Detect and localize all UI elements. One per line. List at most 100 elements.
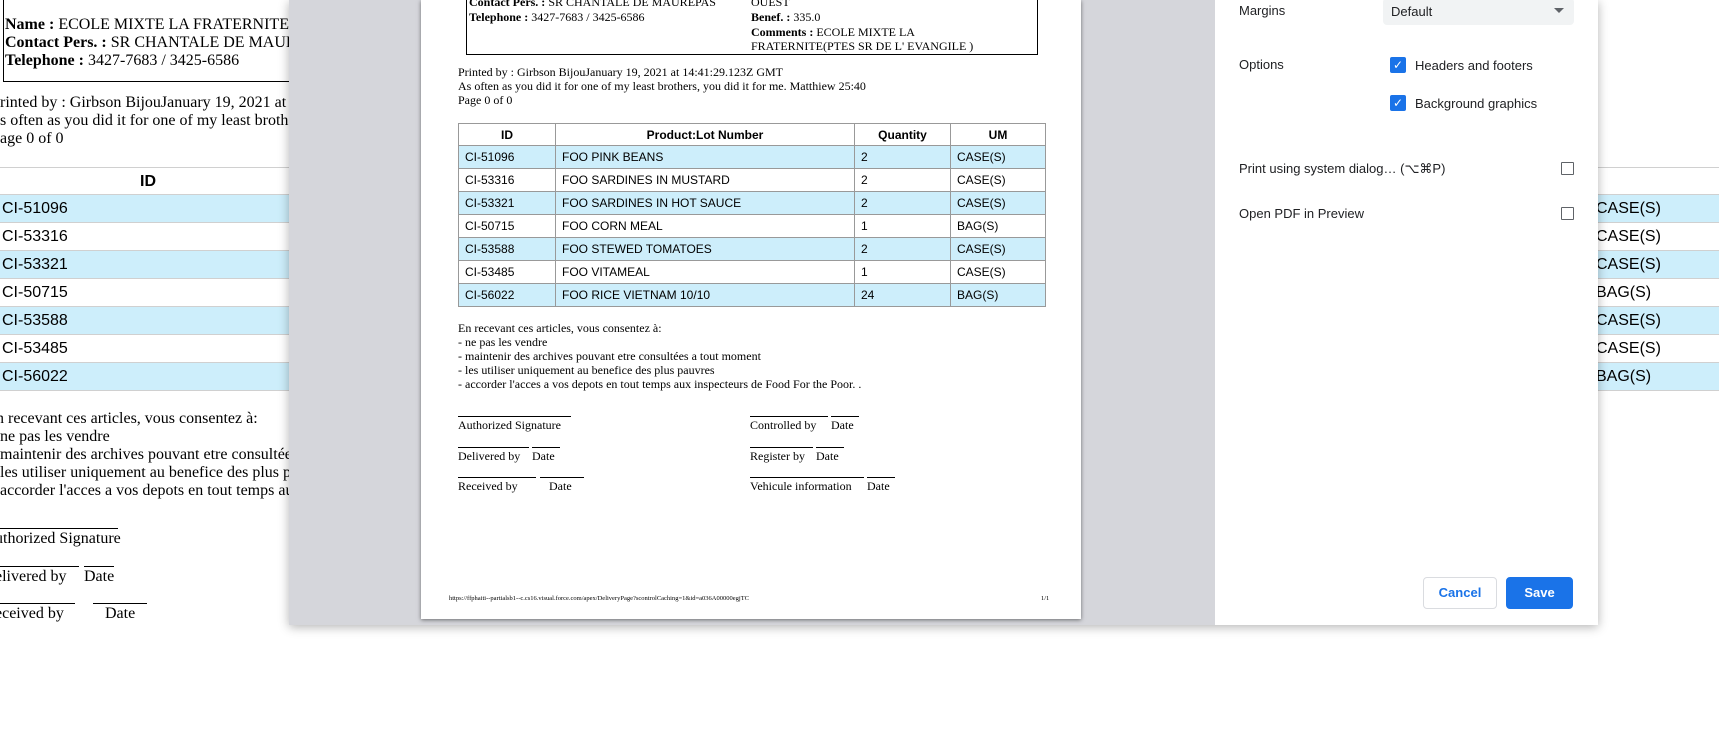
region: OUEST [751,0,790,9]
consent-line: - accorder l'acces a vos depots en tout … [458,377,862,391]
headers-footers-label[interactable]: Headers and footers [1415,58,1533,73]
margins-value: Default [1391,4,1433,19]
cell-id: CI-56022 [458,283,556,307]
cell-id: CI-53321 [458,191,556,215]
tel-line: Telephone : 3427-7683 / 3425-6586 [469,10,645,24]
bg-consent-line: maintenir des archives pouvant etre cons… [0,446,292,463]
table-row: CI-50715 FOO CORN MEAL 1 BAG(S) [458,214,1046,238]
print-dialog: Contact Pers. : SR CHANTALE DE MAUREPAS … [289,0,1598,625]
printed-by: Printed by : Girbson BijouJanuary 19, 20… [458,65,783,79]
bg-page-count: age 0 of 0 [0,130,64,147]
bg-cell-um: CASE(S) [1596,312,1661,329]
cell-product: FOO SARDINES IN MUSTARD [555,168,855,192]
cell-quantity: 24 [854,283,951,307]
chevron-down-icon [1554,8,1564,13]
bg-cell-um: CASE(S) [1596,200,1661,217]
cell-id: CI-51096 [458,145,556,169]
cell-quantity: 2 [854,237,951,261]
table-row: CI-53321 FOO SARDINES IN HOT SAUCE 2 CASE(S… [458,191,1046,215]
preview-page: Contact Pers. : SR CHANTALE DE MAUREPAS … [421,0,1081,619]
col-um: UM [950,123,1046,146]
sig-date: Date [532,447,560,464]
comments-line: Comments : ECOLE MIXTE LA [751,25,915,39]
background-graphics-checkbox[interactable]: ✓ [1390,95,1406,111]
bg-cell-id: CI-53485 [2,340,68,357]
cell-um: BAG(S) [950,214,1046,238]
consent-line: - maintenir des archives pouvant etre co… [458,349,761,363]
bg-printed-by: rinted by : Girbson BijouJanuary 19, 202… [0,94,287,111]
bg-consent-line: les utiliser uniquement au benefice des … [0,464,292,481]
consent-line: - les utiliser uniquement au benefice de… [458,363,715,377]
bg-cell-um: BAG(S) [1596,284,1652,301]
print-settings-panel: Margins Default Options ✓ Headers and fo… [1215,0,1598,625]
cell-quantity: 1 [854,260,951,284]
contact-line: Contact Pers. : SR CHANTALE DE MAUREPAS [469,0,716,9]
cell-product: FOO SARDINES IN HOT SAUCE [555,191,855,215]
cell-id: CI-53485 [458,260,556,284]
bg-cell-id: CI-51096 [2,200,68,217]
table-row: CI-56022 FOO RICE VIETNAM 10/10 24 BAG(S) [458,283,1046,307]
cell-product: FOO CORN MEAL [555,214,855,238]
sig-date: Date [816,447,844,464]
bg-cell-id: CI-53321 [2,256,68,273]
bg-cell-um: BAG(S) [1596,368,1652,385]
bg-cell-id: CI-53316 [2,228,68,245]
comments-line-2: FRATERNITE(PTES SR DE L' EVANGILE ) [751,39,974,53]
system-dialog-link[interactable]: Print using system dialog… (⌥⌘P) [1239,161,1445,177]
bg-tel-line: Telephone : 3427-7683 / 3425-6586 [5,52,240,69]
bg-sig-received: eceived by [0,603,75,623]
table-row: CI-53316 FOO SARDINES IN MUSTARD 2 CASE(S) [458,168,1046,192]
sig-vehicule: Vehicule information [750,477,864,494]
bg-cell-um: CASE(S) [1596,340,1661,357]
cell-product: FOO STEWED TOMATOES [555,237,855,261]
table-row: CI-53485 FOO VITAMEAL 1 CASE(S) [458,260,1046,284]
col-id: ID [458,123,556,146]
sig-date: Date [867,477,895,494]
bg-contact-line: Contact Pers. : SR CHANTALE DE MAUF [5,34,295,51]
cell-um: CASE(S) [950,168,1046,192]
table-row: CI-53588 FOO STEWED TOMATOES 2 CASE(S) [458,237,1046,261]
consent-line: En recevant ces articles, vous consentez… [458,321,662,335]
verse: As often as you did it for one of my lea… [458,79,866,93]
cell-id: CI-53316 [458,168,556,192]
save-button[interactable]: Save [1506,577,1573,609]
open-pdf-link[interactable]: Open PDF in Preview [1239,206,1364,221]
sig-delivered: Delivered by [458,447,529,464]
consent-line: - ne pas les vendre [458,335,548,349]
cell-um: CASE(S) [950,237,1046,261]
headers-footers-checkbox[interactable]: ✓ [1390,57,1406,73]
cell-product: FOO VITAMEAL [555,260,855,284]
bg-cell-um: CASE(S) [1596,256,1661,273]
cell-um: CASE(S) [950,260,1046,284]
cell-product: FOO PINK BEANS [555,145,855,169]
margins-select[interactable]: Default [1383,0,1574,25]
cell-quantity: 2 [854,168,951,192]
cell-quantity: 2 [854,191,951,215]
bg-consent-line: accorder l'acces a vos depots en tout te… [0,482,294,499]
bg-name-line: Name : ECOLE MIXTE LA FRATERNITE( [5,16,295,33]
cell-quantity: 1 [854,214,951,238]
sig-date: Date [831,416,859,433]
bg-sig-date2: Date [93,603,147,623]
cell-id: CI-50715 [458,214,556,238]
background-graphics-label[interactable]: Background graphics [1415,96,1537,111]
bg-sig-date1: Date [84,566,115,585]
bg-sig-authorized: uthorized Signature [0,528,121,548]
col-quantity: Quantity [854,123,951,146]
cell-product: FOO RICE VIETNAM 10/10 [555,283,855,307]
bg-cell-id: CI-50715 [2,284,68,301]
open-external-icon[interactable] [1561,207,1574,220]
open-external-icon[interactable] [1561,162,1574,175]
bg-sig-delivered: elivered by [0,566,79,586]
sig-register: Register by [750,447,813,464]
table-row: CI-51096 FOO PINK BEANS 2 CASE(S) [458,145,1046,169]
bg-cell-um: CASE(S) [1596,228,1661,245]
footer-page: 1/1 [1041,595,1050,602]
bg-consent-line: n recevant ces articles, vous consentez … [0,410,258,427]
sig-authorized: Authorized Signature [458,416,571,433]
print-preview-area[interactable]: Contact Pers. : SR CHANTALE DE MAUREPAS … [289,0,1215,625]
col-product: Product:Lot Number [555,123,855,146]
cancel-button[interactable]: Cancel [1423,577,1497,609]
options-label: Options [1239,57,1284,72]
cell-um: CASE(S) [950,145,1046,169]
